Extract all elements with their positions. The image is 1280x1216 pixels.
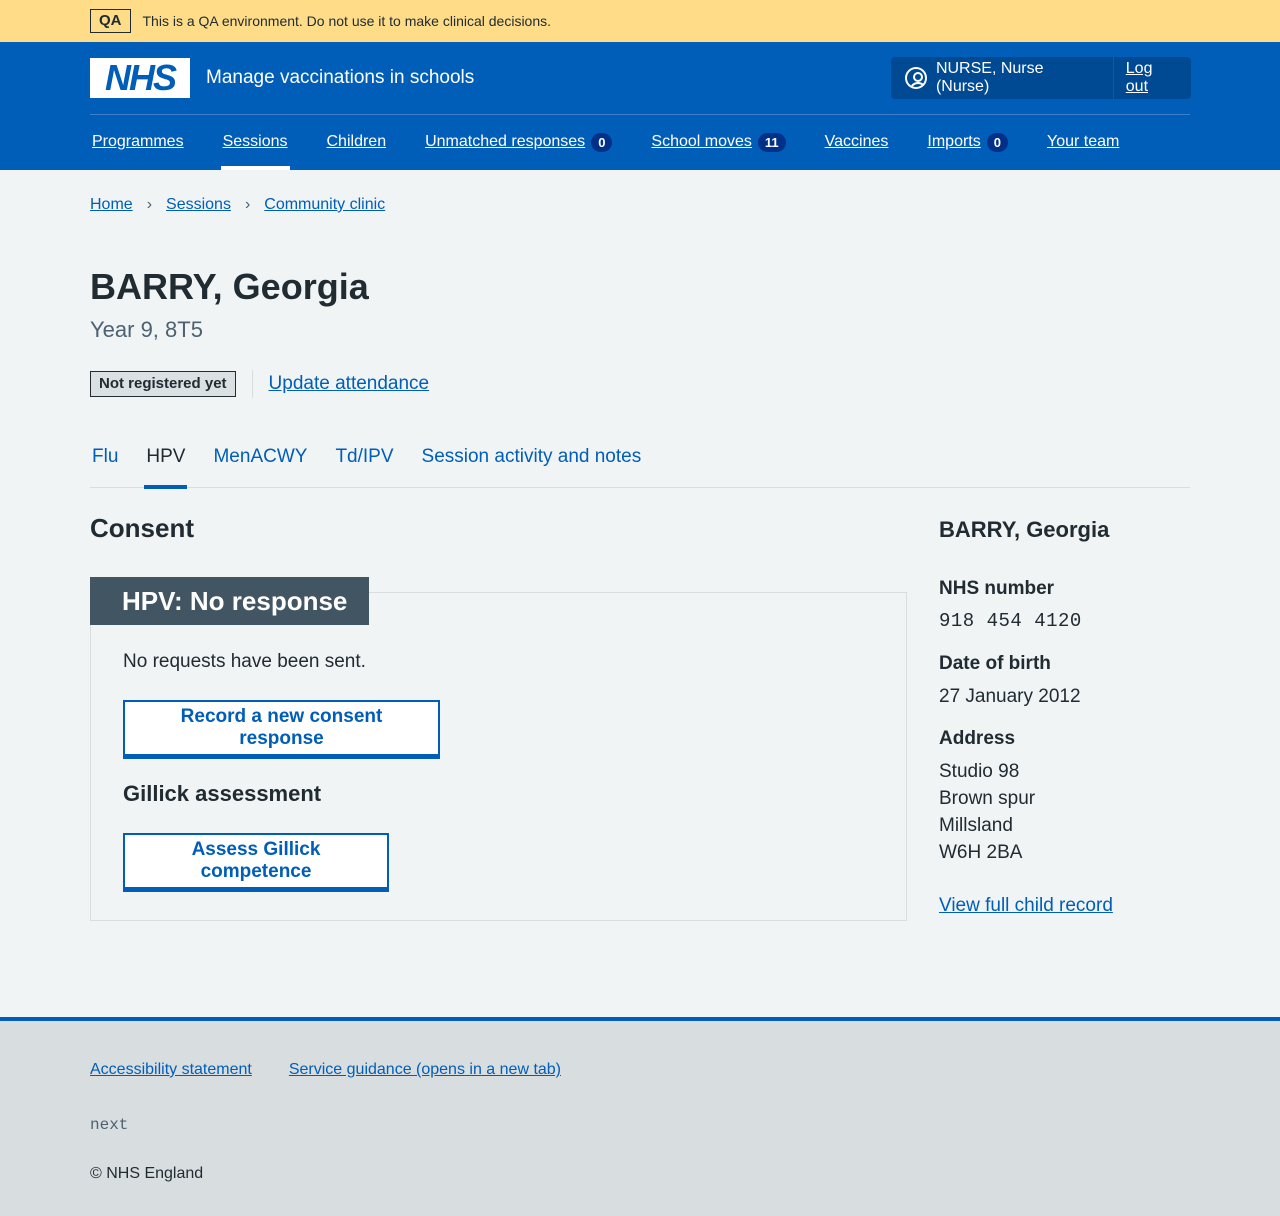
dob-label: Date of birth <box>939 653 1051 674</box>
nav-link-school-moves[interactable]: School moves <box>651 133 752 151</box>
nav-link-sessions[interactable]: Sessions <box>223 133 288 151</box>
view-full-record-link[interactable]: View full child record <box>939 895 1113 917</box>
breadcrumb: Home › Sessions › Community clinic <box>90 196 385 214</box>
summary-child-name: BARRY, Georgia <box>939 517 1110 542</box>
nav-link-your-team[interactable]: Your team <box>1047 133 1119 151</box>
app-version: next <box>90 1116 129 1134</box>
address-line: Millsland <box>939 815 1013 836</box>
primary-navigation: Programmes Sessions Children Unmatched r… <box>90 114 1156 170</box>
page-title: BARRY, Georgia <box>90 266 369 307</box>
tab-flu[interactable]: Flu <box>90 440 120 488</box>
accessibility-statement-link[interactable]: Accessibility statement <box>90 1061 252 1079</box>
user-icon <box>905 67 927 89</box>
breadcrumb-sessions[interactable]: Sessions <box>166 196 231 214</box>
address-label: Address <box>939 728 1016 749</box>
account-user-name: NURSE, Nurse (Nurse) <box>935 60 1044 95</box>
record-consent-button[interactable]: Record a new consent response <box>123 700 440 756</box>
footer-links: Accessibility statement Service guidance… <box>90 1061 598 1079</box>
nhs-logo[interactable]: NHS <box>90 58 190 98</box>
school-moves-count-badge: 11 <box>757 132 786 152</box>
tab-menacwy[interactable]: MenACWY <box>211 440 309 488</box>
unmatched-count-badge: 0 <box>591 132 613 152</box>
nhs-logo-text: NHS <box>104 57 177 98</box>
child-summary: BARRY, Georgia NHS number 918 454 4120 D… <box>939 516 1189 917</box>
registration-status-tag: Not registered yet <box>90 371 236 397</box>
qa-environment-banner: QA This is a QA environment. Do not use … <box>0 0 1280 42</box>
dob-value: 27 January 2012 <box>939 686 1081 707</box>
nav-link-vaccines[interactable]: Vaccines <box>825 133 889 151</box>
nav-item-imports[interactable]: Imports 0 <box>925 114 1010 170</box>
service-guidance-link[interactable]: Service guidance (opens in a new tab) <box>289 1061 561 1079</box>
tab-hpv[interactable]: HPV <box>144 440 188 489</box>
copyright: © NHS England <box>90 1165 204 1182</box>
page-subtitle: Year 9, 8T5 <box>90 317 203 342</box>
tab-tdipv[interactable]: Td/IPV <box>333 440 395 488</box>
logout-link[interactable]: Log out <box>1114 60 1191 96</box>
nav-item-school-moves[interactable]: School moves 11 <box>649 114 787 170</box>
imports-count-badge: 0 <box>986 132 1008 152</box>
address-value: Studio 98 Brown spur Millsland W6H 2BA <box>939 758 1189 866</box>
nav-link-children[interactable]: Children <box>327 133 387 151</box>
tab-session-activity[interactable]: Session activity and notes <box>420 440 644 488</box>
consent-card-title: HPV: No response <box>90 577 369 625</box>
consent-heading: Consent <box>90 513 194 543</box>
nav-item-children[interactable]: Children <box>325 114 389 170</box>
chevron-right-icon: › <box>146 196 153 213</box>
nav-link-unmatched-responses[interactable]: Unmatched responses <box>425 133 585 151</box>
chevron-right-icon: › <box>244 196 251 213</box>
address-line: Studio 98 <box>939 761 1020 782</box>
breadcrumb-home[interactable]: Home <box>90 196 133 214</box>
assess-gillick-button[interactable]: Assess Gillick competence <box>123 833 389 889</box>
address-line: Brown spur <box>939 788 1036 809</box>
nav-link-imports[interactable]: Imports <box>927 133 980 151</box>
nav-item-your-team[interactable]: Your team <box>1045 114 1121 170</box>
registration-status-row: Not registered yet Update attendance <box>90 370 429 398</box>
account-menu: NURSE, Nurse (Nurse) Log out <box>891 57 1191 99</box>
nav-item-vaccines[interactable]: Vaccines <box>823 114 891 170</box>
service-name[interactable]: Manage vaccinations in schools <box>206 66 474 90</box>
qa-tag: QA <box>90 9 131 33</box>
gillick-heading: Gillick assessment <box>123 781 322 806</box>
account-user: NURSE, Nurse (Nurse) <box>891 57 1114 99</box>
nav-item-unmatched-responses[interactable]: Unmatched responses 0 <box>423 114 614 170</box>
qa-warning-text: This is a QA environment. Do not use it … <box>142 13 552 29</box>
update-attendance-link[interactable]: Update attendance <box>269 373 430 395</box>
nav-item-sessions[interactable]: Sessions <box>220 114 290 170</box>
nav-link-programmes[interactable]: Programmes <box>92 133 184 151</box>
nav-item-programmes[interactable]: Programmes <box>90 114 186 170</box>
status-divider <box>251 370 253 398</box>
nhs-number-value: 918 454 4120 <box>939 610 1082 632</box>
nhs-number-label: NHS number <box>939 578 1055 599</box>
site-header: NHS Manage vaccinations in schools NURSE… <box>0 42 1280 170</box>
no-requests-text: No requests have been sent. <box>123 651 366 672</box>
address-line: W6H 2BA <box>939 842 1023 863</box>
breadcrumb-session[interactable]: Community clinic <box>264 196 385 214</box>
site-footer: Accessibility statement Service guidance… <box>0 1017 1280 1216</box>
programme-tabs: Flu HPV MenACWY Td/IPV Session activity … <box>90 440 1190 489</box>
